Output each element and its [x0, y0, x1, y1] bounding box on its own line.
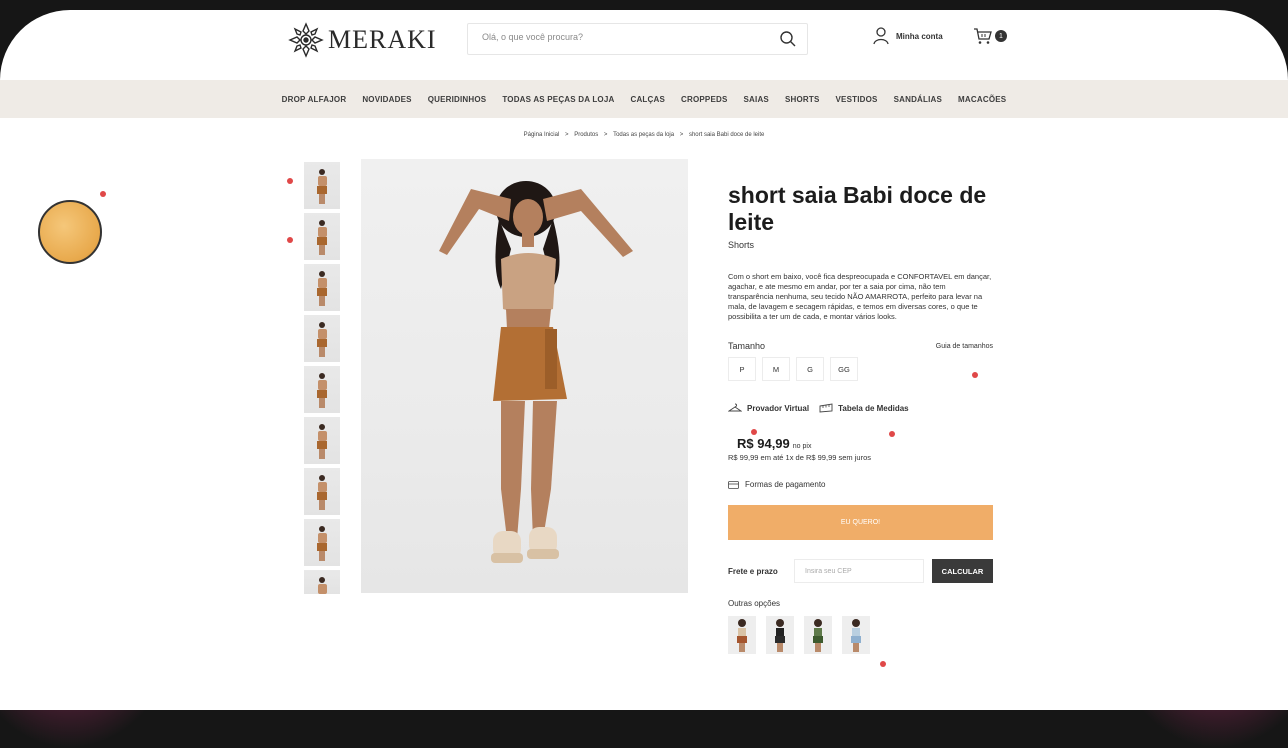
size-option-g[interactable]: G [796, 357, 824, 381]
annotation-dot [100, 191, 106, 197]
thumbnail-gallery [304, 162, 340, 598]
nav-item-macacoes[interactable]: MACACÕES [958, 95, 1006, 104]
floating-promo-avatar[interactable] [38, 200, 102, 264]
breadcrumb-all-items[interactable]: Todas as peças da loja [613, 132, 674, 138]
size-option-p[interactable]: P [728, 357, 756, 381]
search-bar [467, 23, 808, 55]
annotation-dot [287, 178, 293, 184]
nav-item-croppeds[interactable]: CROPPEDS [681, 95, 728, 104]
search-icon[interactable] [779, 30, 797, 48]
cart-button[interactable]: 1 [973, 27, 1007, 45]
payment-methods-label: Formas de pagamento [745, 480, 826, 489]
buy-button[interactable]: EU QUERO! [728, 505, 993, 540]
price-block: R$ 94,99 no pix [737, 436, 993, 451]
annotation-dot [972, 372, 978, 378]
size-option-m[interactable]: M [762, 357, 790, 381]
header: MERAKI Minha conta 1 [0, 10, 1288, 80]
hanger-icon [728, 403, 742, 412]
mandala-icon [288, 22, 324, 58]
product-title: short saia Babi doce de leite [728, 182, 987, 235]
product-price: R$ 94,99 [737, 436, 790, 451]
size-header: Tamanho Guia de tamanhos [728, 341, 993, 351]
price-suffix: no pix [792, 443, 812, 450]
nav-item-sandalias[interactable]: SANDÁLIAS [894, 95, 942, 104]
annotation-dot [287, 237, 293, 243]
other-option-thumbnail[interactable] [842, 616, 870, 654]
virtual-fitting-label: Provador Virtual [747, 403, 810, 413]
nav-item-todas-as-pecas[interactable]: TODAS AS PEÇAS DA LOJA [502, 95, 614, 104]
account-label: Minha conta [896, 31, 943, 41]
breadcrumb-separator: > [679, 132, 684, 138]
annotation-dot [751, 429, 757, 435]
installments-text: R$ 99,99 em até 1x de R$ 99,99 sem juros [728, 453, 871, 462]
nav-item-shorts[interactable]: SHORTS [785, 95, 820, 104]
brand-name: MERAKI [328, 25, 437, 54]
breadcrumb-products[interactable]: Produtos [574, 132, 598, 138]
virtual-fitting-button[interactable]: Provador Virtual [728, 403, 809, 413]
model-thumbnail [775, 619, 785, 652]
size-guide-link[interactable]: Guia de tamanhos [936, 343, 993, 350]
size-label: Tamanho [728, 341, 766, 351]
product-thumbnail[interactable] [304, 315, 340, 362]
nav-item-vestidos[interactable]: VESTIDOS [836, 95, 878, 104]
other-options [728, 616, 993, 654]
calculate-button[interactable]: CALCULAR [932, 559, 993, 583]
model-thumbnail [737, 619, 747, 652]
other-option-thumbnail[interactable] [804, 616, 832, 654]
product-info: short saia Babi doce de leite Shorts Com… [728, 182, 993, 654]
model-thumbnail [851, 619, 861, 652]
shipping-label: Frete e prazo [728, 566, 778, 576]
model-thumbnail [813, 619, 823, 652]
product-thumbnail[interactable] [304, 162, 340, 209]
nav-item-calcas[interactable]: CALÇAS [630, 95, 665, 104]
shipping-calculator: Frete e prazo CALCULAR [728, 559, 993, 583]
logo[interactable]: MERAKI [288, 22, 437, 58]
page: MERAKI Minha conta 1 [0, 10, 1288, 710]
product-thumbnail[interactable] [304, 519, 340, 566]
annotation-dot [880, 661, 886, 667]
product-category: Shorts [728, 240, 755, 250]
nav-item-queridinhos[interactable]: QUERIDINHOS [428, 95, 487, 104]
product-thumbnail[interactable] [304, 366, 340, 413]
product-thumbnail[interactable] [304, 570, 340, 594]
product-thumbnail[interactable] [304, 264, 340, 311]
size-option-gg[interactable]: GG [830, 357, 858, 381]
nav-item-novidades[interactable]: NOVIDADES [362, 95, 411, 104]
fitting-tools: Provador Virtual Tabela de Medidas [728, 403, 993, 413]
annotation-dot [889, 431, 895, 437]
size-options: P M G GG [728, 357, 993, 381]
other-option-thumbnail[interactable] [728, 616, 756, 654]
payment-methods-link[interactable]: Formas de pagamento [728, 480, 993, 489]
category-nav: DROP ALFAJOR NOVIDADES QUERIDINHOS TODAS… [0, 80, 1288, 118]
account-link[interactable]: Minha conta [873, 27, 943, 45]
breadcrumb-current: short saia Babi doce de leite [688, 132, 765, 138]
breadcrumb: Página Inicial > Produtos > Todas as peç… [0, 132, 1288, 138]
cart-count-badge: 1 [995, 30, 1007, 42]
product-thumbnail[interactable] [304, 468, 340, 515]
breadcrumb-home[interactable]: Página Inicial [524, 132, 560, 138]
nav-item-drop-alfajor[interactable]: DROP ALFAJOR [282, 95, 347, 104]
measure-table-label: Tabela de Medidas [838, 403, 909, 413]
credit-card-icon [728, 480, 739, 489]
product-thumbnail[interactable] [304, 213, 340, 260]
search-input[interactable] [480, 31, 774, 43]
measure-table-button[interactable]: Tabela de Medidas [819, 403, 909, 413]
cep-input[interactable] [803, 566, 917, 576]
nav-item-saias[interactable]: SAIAS [744, 95, 769, 104]
cep-field-wrapper [794, 559, 924, 583]
product-thumbnail[interactable] [304, 417, 340, 464]
model-photo [439, 181, 633, 563]
cart-icon [974, 28, 992, 44]
breadcrumb-separator: > [565, 132, 569, 138]
breadcrumb-separator: > [603, 132, 608, 138]
product-description: Com o short em baixo, você fica despreoc… [728, 272, 992, 321]
other-options-label: Outras opções [728, 599, 781, 608]
other-option-thumbnail[interactable] [766, 616, 794, 654]
user-icon [873, 27, 889, 45]
ruler-icon [819, 403, 833, 413]
main-product-photo[interactable] [361, 159, 688, 593]
